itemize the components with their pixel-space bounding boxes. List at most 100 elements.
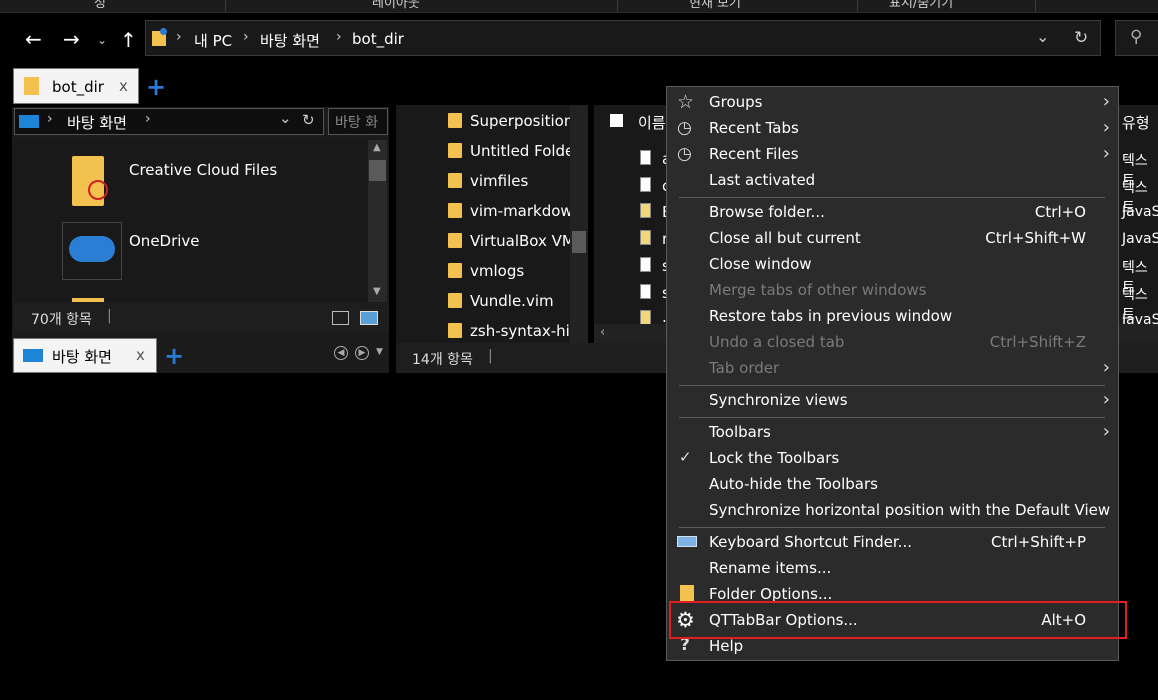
ribbon-divider xyxy=(1035,0,1036,12)
tree-item[interactable]: vimfiles xyxy=(470,172,528,190)
menu-item-recent-files[interactable]: ◷ Recent Files › xyxy=(667,141,1118,167)
tab-close-icon[interactable]: x xyxy=(119,77,128,95)
left-pane-search-input[interactable]: 바탕 화 xyxy=(328,108,388,135)
menu-item-rename-items[interactable]: Rename items... xyxy=(667,555,1118,581)
submenu-arrow-icon: › xyxy=(1102,143,1110,164)
tab-list-dropdown-icon[interactable]: ▼ xyxy=(376,347,383,357)
tree-scrollbar[interactable] xyxy=(570,105,588,343)
tree-item[interactable]: VirtualBox VMs xyxy=(470,232,583,250)
breadcrumb-chevron-icon[interactable]: › xyxy=(336,29,342,45)
item-count: 70개 항목 xyxy=(31,312,92,328)
menu-item-label: Tab order xyxy=(709,359,780,377)
tree-item[interactable]: Untitled Folder xyxy=(470,142,580,160)
menu-item-toolbars[interactable]: Toolbars › xyxy=(667,419,1118,445)
menu-item-close-window[interactable]: Close window xyxy=(667,251,1118,277)
js-file-icon xyxy=(640,230,651,245)
menu-item-recent-tabs[interactable]: ◷ Recent Tabs › xyxy=(667,115,1118,141)
menu-item-groups[interactable]: ☆ Groups › xyxy=(667,89,1118,115)
submenu-arrow-icon: › xyxy=(1102,357,1110,378)
left-pane-status-bar: 70개 항목 | xyxy=(14,303,389,333)
breadcrumb-chevron-icon[interactable]: › xyxy=(243,29,249,45)
scroll-tabs-left-icon[interactable]: ◀ xyxy=(334,346,348,360)
scrollbar-thumb[interactable] xyxy=(572,231,586,253)
large-icons-view-icon[interactable] xyxy=(360,311,378,325)
menu-separator xyxy=(679,197,1105,198)
ribbon-tab-layout[interactable]: 레이아웃 xyxy=(372,0,420,11)
refresh-icon[interactable]: ↻ xyxy=(302,111,315,129)
breadcrumb-chevron-icon[interactable]: › xyxy=(176,29,182,45)
ribbon-tab-current-view[interactable]: 현재 보기 xyxy=(689,0,741,11)
tab-bot-dir[interactable]: bot_dir x xyxy=(13,68,139,104)
breadcrumb-item-bot-dir[interactable]: bot_dir xyxy=(352,30,404,48)
menu-item-last-activated[interactable]: Last activated xyxy=(667,167,1118,193)
tree-item[interactable]: zsh-syntax-hig xyxy=(470,322,579,340)
text-file-icon xyxy=(640,257,651,272)
address-dropdown-chevron-icon[interactable]: ⌄ xyxy=(279,109,292,127)
menu-item-label: Rename items... xyxy=(709,559,832,577)
menu-item-keyboard-shortcut-finder[interactable]: Keyboard Shortcut Finder... Ctrl+Shift+P xyxy=(667,529,1118,555)
menu-separator xyxy=(679,417,1105,418)
forward-arrow-icon[interactable]: → xyxy=(63,29,80,49)
menu-item-label: Keyboard Shortcut Finder... xyxy=(709,533,912,551)
scroll-tabs-right-icon[interactable]: ▶ xyxy=(355,346,369,360)
refresh-icon[interactable]: ↻ xyxy=(1074,28,1088,48)
status-divider: | xyxy=(107,308,112,324)
new-tab-plus-icon[interactable]: + xyxy=(146,75,166,99)
tree-item[interactable]: vmlogs xyxy=(470,262,524,280)
menu-item-auto-hide-toolbars[interactable]: Auto-hide the Toolbars xyxy=(667,471,1118,497)
search-box[interactable]: ⚲ xyxy=(1115,20,1158,56)
ribbon-tab-label[interactable]: 정 xyxy=(94,0,106,11)
tree-item[interactable]: vim-markdown xyxy=(470,202,582,220)
status-divider: | xyxy=(488,348,493,364)
breadcrumb-item-my-pc[interactable]: 내 PC xyxy=(194,30,232,51)
menu-item-undo-closed-tab[interactable]: Undo a closed tab Ctrl+Shift+Z xyxy=(667,329,1118,355)
menu-item-label: Recent Files xyxy=(709,145,799,163)
new-tab-plus-icon[interactable]: + xyxy=(164,344,184,368)
recent-locations-chevron-icon[interactable]: ⌄ xyxy=(97,30,107,50)
scrollbar-thumb[interactable] xyxy=(369,160,386,181)
search-icon[interactable]: ⚲ xyxy=(1130,27,1142,47)
menu-item-tab-order[interactable]: Tab order › xyxy=(667,355,1118,381)
left-pane-address-bar[interactable]: › 바탕 화면 › ⌄ ↻ xyxy=(14,108,324,135)
column-header-name[interactable]: 이름 xyxy=(638,112,666,133)
breadcrumb-item-desktop[interactable]: 바탕 화면 xyxy=(260,30,320,51)
folder-icon xyxy=(448,323,462,338)
select-all-checkbox[interactable] xyxy=(610,114,623,127)
tree-item[interactable]: Vundle.vim xyxy=(470,292,554,310)
menu-item-lock-toolbars[interactable]: ✓ Lock the Toolbars xyxy=(667,445,1118,471)
column-header-type[interactable]: 유형 xyxy=(1122,112,1150,133)
tab-label: 바탕 화면 xyxy=(52,348,112,366)
menu-item-browse-folder[interactable]: Browse folder... Ctrl+O xyxy=(667,199,1118,225)
tab-desktop[interactable]: 바탕 화면 x xyxy=(13,338,157,373)
menu-item-merge-tabs[interactable]: Merge tabs of other windows xyxy=(667,277,1118,303)
list-item[interactable]: Creative Cloud Files xyxy=(14,148,354,208)
folder-icon xyxy=(24,77,39,95)
folder-icon xyxy=(448,173,462,188)
up-arrow-icon[interactable]: ↑ xyxy=(120,30,137,50)
ribbon-strip: 정 레이아웃 현재 보기 표시/숨기기 xyxy=(0,0,1158,13)
menu-item-close-all-but-current[interactable]: Close all but current Ctrl+Shift+W xyxy=(667,225,1118,251)
address-dropdown-chevron-icon[interactable]: ⌄ xyxy=(1036,27,1049,46)
address-bar[interactable]: › 내 PC › 바탕 화면 › bot_dir ⌄ ↻ xyxy=(145,20,1101,56)
back-arrow-icon[interactable]: ← xyxy=(25,29,42,49)
list-item[interactable]: OneDrive xyxy=(14,220,354,280)
scroll-down-icon[interactable]: ▼ xyxy=(373,286,381,297)
item-name: OneDrive xyxy=(129,232,200,250)
menu-item-label: Close all but current xyxy=(709,229,861,247)
scroll-up-icon[interactable]: ▲ xyxy=(373,142,381,153)
desktop-icon xyxy=(19,115,39,128)
tree-item[interactable]: Superposition xyxy=(470,112,573,130)
menu-item-sync-horizontal-position[interactable]: Synchronize horizontal position with the… xyxy=(667,497,1118,523)
menu-item-restore-tabs[interactable]: Restore tabs in previous window xyxy=(667,303,1118,329)
scroll-left-icon[interactable]: ‹ xyxy=(600,325,605,340)
left-pane-path[interactable]: 바탕 화면 xyxy=(67,112,127,133)
folder-icon xyxy=(448,293,462,308)
folder-options-icon xyxy=(680,585,694,601)
details-view-icon[interactable] xyxy=(332,311,349,325)
menu-item-synchronize-views[interactable]: Synchronize views › xyxy=(667,387,1118,413)
tab-close-icon[interactable]: x xyxy=(136,346,145,364)
breadcrumb-chevron-icon[interactable]: › xyxy=(145,111,151,127)
left-pane-scrollbar[interactable]: ▲ ▼ xyxy=(368,140,387,302)
ribbon-tab-show-hide[interactable]: 표시/숨기기 xyxy=(889,0,953,11)
breadcrumb-chevron-icon[interactable]: › xyxy=(47,111,53,127)
